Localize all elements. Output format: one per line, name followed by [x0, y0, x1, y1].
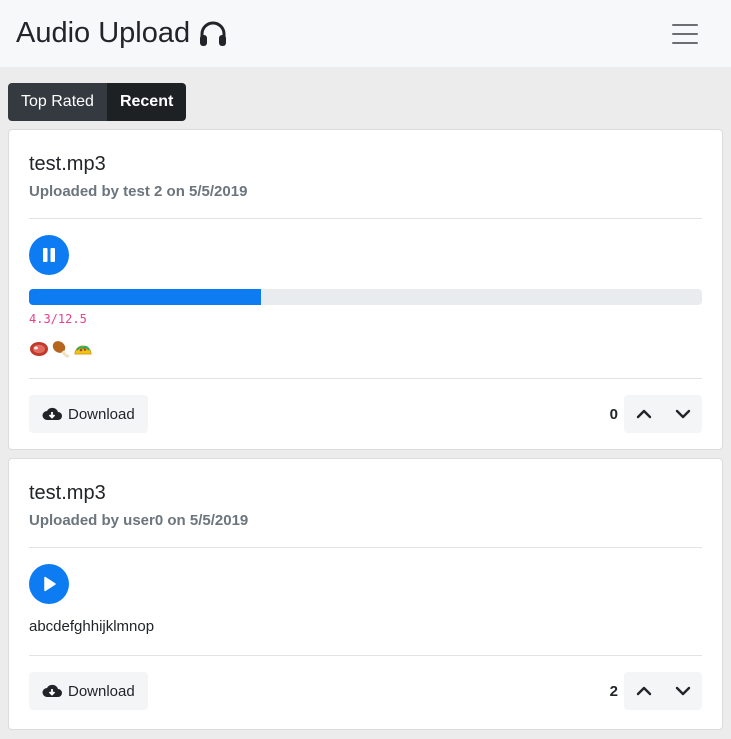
divider	[29, 378, 702, 379]
vote-widget: 0	[610, 395, 702, 433]
taco-emoji[interactable]	[73, 340, 93, 363]
upload-info: Uploaded by test 2 on 5/5/2019	[29, 183, 248, 200]
menu-toggle-button[interactable]	[663, 14, 707, 54]
upload-info: Uploaded by user0 on 5/5/2019	[29, 512, 249, 529]
divider	[29, 655, 702, 656]
vote-count: 2	[609, 682, 618, 700]
brand[interactable]: Audio Upload	[16, 17, 228, 50]
reactions	[29, 340, 702, 362]
card-footer: Download 0	[29, 395, 702, 433]
downvote-button[interactable]	[663, 672, 702, 710]
audio-description: abcdefghhijklmnop	[29, 618, 155, 635]
cloud-download-icon	[42, 407, 62, 420]
progress-fill	[29, 289, 261, 305]
pause-icon	[43, 248, 55, 262]
divider	[29, 547, 702, 548]
chevron-up-icon	[636, 409, 651, 419]
audio-title: test.mp3	[29, 153, 106, 175]
play-button[interactable]	[29, 564, 69, 604]
download-label: Download	[68, 405, 135, 423]
play-icon	[44, 576, 56, 592]
download-button[interactable]: Download	[29, 672, 148, 710]
chevron-down-icon	[675, 686, 690, 696]
navbar: Audio Upload	[0, 0, 731, 67]
tab-top-rated[interactable]: Top Rated	[8, 83, 107, 121]
download-button[interactable]: Download	[29, 395, 148, 433]
download-label: Download	[68, 682, 135, 700]
chevron-up-icon	[636, 686, 651, 696]
chevron-down-icon	[675, 409, 690, 419]
audio-card: test.mp3 Uploaded by test 2 on 5/5/2019 …	[8, 129, 723, 450]
audio-title: test.mp3	[29, 482, 106, 504]
upvote-button[interactable]	[624, 672, 663, 710]
tab-recent[interactable]: Recent	[106, 83, 187, 121]
vote-buttons	[624, 672, 702, 710]
playback-time: 4.3/12.5	[29, 312, 87, 326]
app-title: Audio Upload	[16, 17, 191, 49]
upvote-button[interactable]	[624, 395, 663, 433]
pause-button[interactable]	[29, 235, 69, 275]
card-footer: Download 2	[29, 672, 702, 710]
audio-card: test.mp3 Uploaded by user0 on 5/5/2019 a…	[8, 458, 723, 730]
sort-tabs: Top Rated Recent	[8, 83, 731, 121]
drumstick-emoji[interactable]	[51, 339, 71, 364]
vote-count: 0	[609, 405, 618, 423]
progress-bar[interactable]	[29, 289, 702, 305]
cloud-download-icon	[42, 684, 62, 697]
divider	[29, 218, 702, 219]
downvote-button[interactable]	[663, 395, 702, 433]
vote-buttons	[624, 395, 702, 433]
hamburger-icon	[672, 23, 698, 26]
vote-widget: 2	[610, 672, 702, 710]
meat-emoji[interactable]	[29, 340, 49, 363]
headphones-icon	[198, 20, 228, 48]
